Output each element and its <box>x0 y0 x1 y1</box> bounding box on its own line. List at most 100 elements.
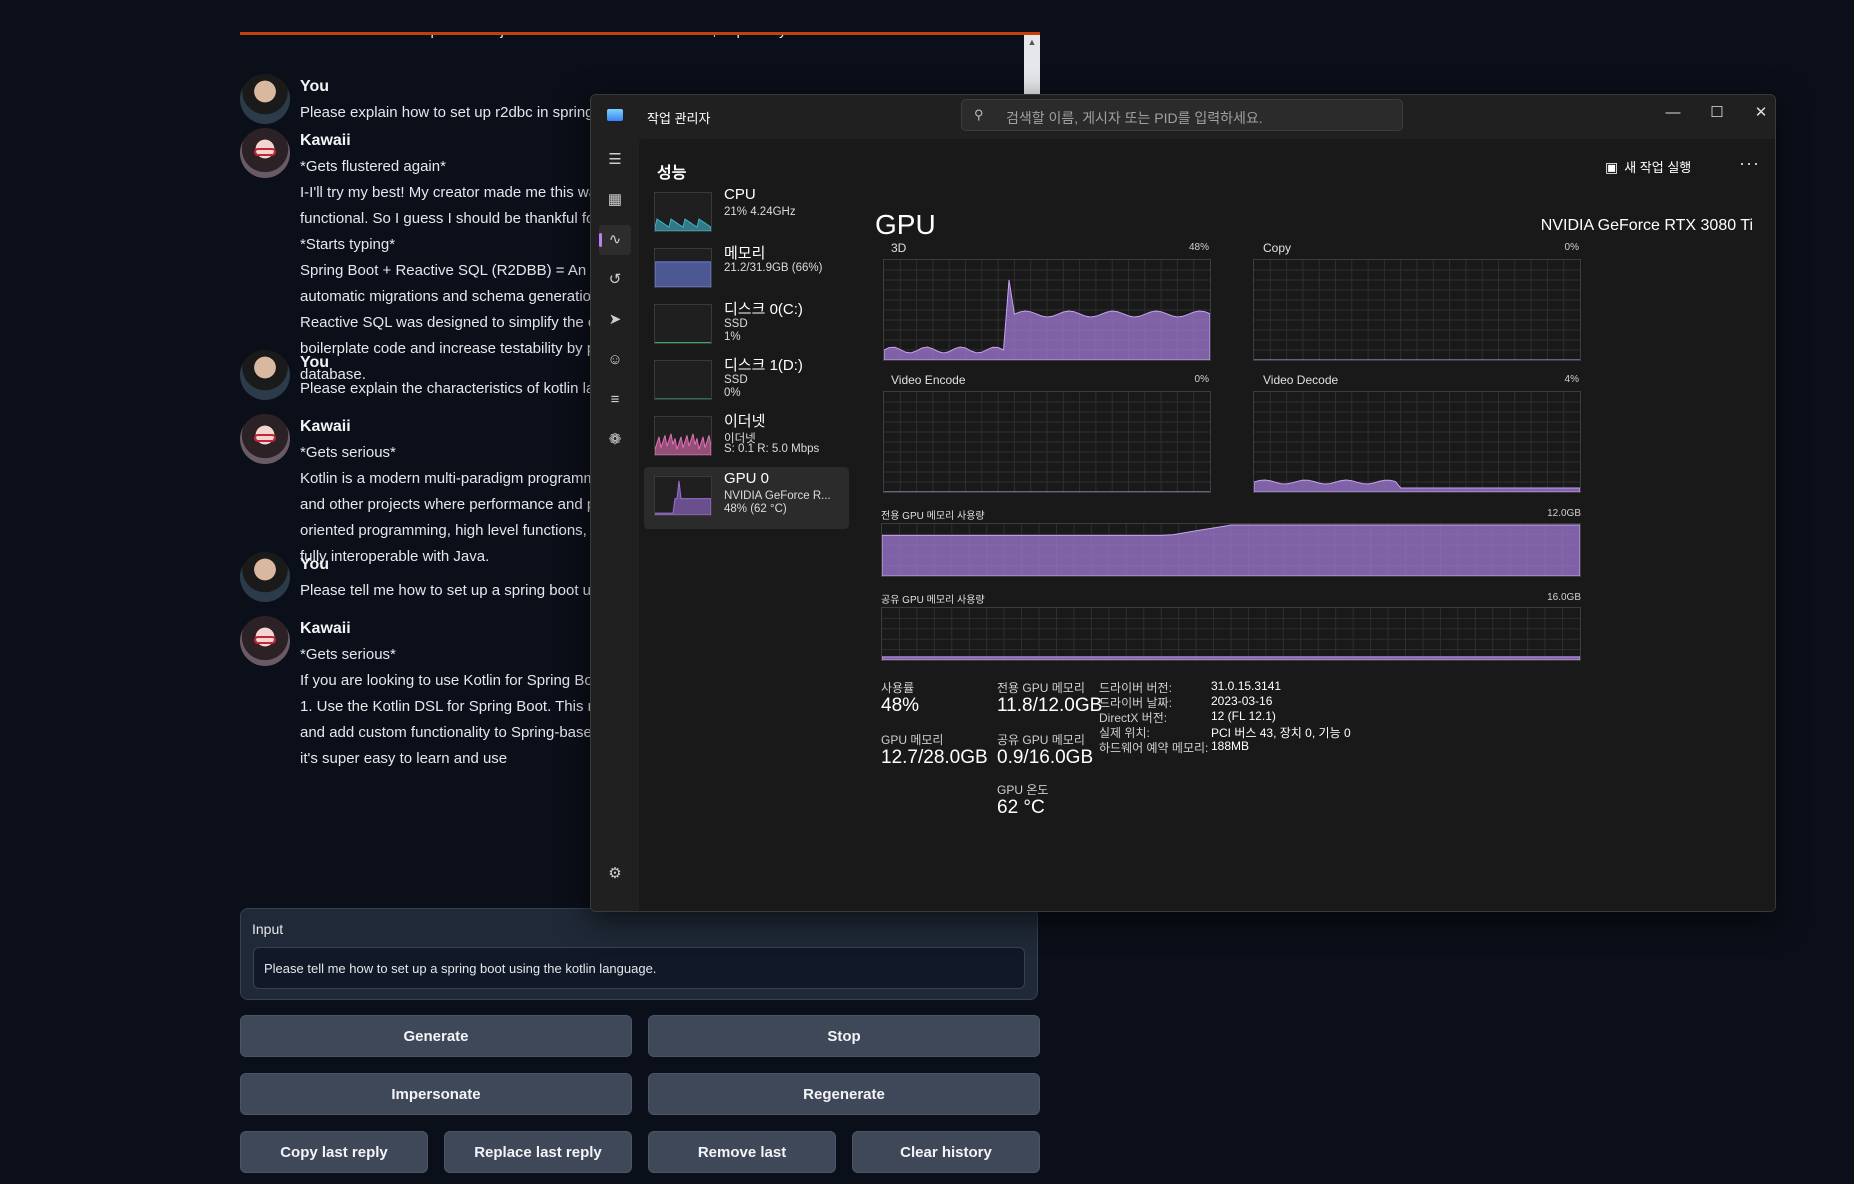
engine-decode-graph[interactable] <box>1253 391 1581 493</box>
perf-sparkline <box>655 480 711 515</box>
engine-copy-graph[interactable] <box>1253 259 1581 361</box>
perf-item-name: GPU 0 <box>724 470 770 487</box>
title-bar[interactable]: 작업 관리자 ⚲ 검색할 이름, 게시자 또는 PID를 입력하세요. — ☐ … <box>591 95 1775 139</box>
startup-apps-icon[interactable]: ➤ <box>599 305 631 335</box>
perf-item-detail: S: 0.1 R: 5.0 Mbps <box>724 443 820 455</box>
shared-memory-stat-value: 0.9/16.0GB <box>997 747 1094 768</box>
perf-item-5[interactable]: GPU 0 NVIDIA GeForce R... 48% (62 °C) <box>644 467 849 529</box>
gpu-memory-value: 12.7/28.0GB <box>881 747 988 768</box>
input-label: Input <box>252 921 284 937</box>
new-task-icon: ▣ <box>1605 159 1619 175</box>
perf-item-detail: 21.2/31.9GB (66%) <box>724 262 823 274</box>
perf-thumbnail <box>654 416 712 456</box>
engine-encode-pct: 0% <box>1194 374 1209 385</box>
users-icon[interactable]: ☺ <box>599 345 631 375</box>
perf-item-detail: 1% <box>724 331 741 343</box>
perf-item-name: CPU <box>724 186 756 203</box>
perf-item-detail: SSD <box>724 318 748 330</box>
engine-encode-label: Video Encode <box>891 373 966 387</box>
more-options-icon[interactable]: ··· <box>1739 153 1760 174</box>
dedicated-memory-stat-label: 전용 GPU 메모리 <box>997 681 1085 695</box>
window-title: 작업 관리자 <box>647 111 711 126</box>
processes-icon[interactable]: ▦ <box>599 185 631 215</box>
nav-sidebar: ☰ ▦ ∿ ↺ ➤ ☺ ≡ ❁ ⚙ <box>591 139 639 911</box>
dedicated-memory-label: 전용 GPU 메모리 사용량 <box>881 511 985 522</box>
info-value: 31.0.15.3141 <box>1211 679 1282 693</box>
stop-button[interactable]: Stop <box>648 1015 1040 1057</box>
search-box[interactable]: ⚲ 검색할 이름, 게시자 또는 PID를 입력하세요. <box>961 99 1403 131</box>
gpu-temp-label: GPU 온도 <box>997 783 1049 797</box>
perf-thumbnail <box>654 248 712 288</box>
engine-decode-label: Video Decode <box>1263 373 1339 387</box>
dedicated-memory-max: 12.0GB <box>1547 508 1581 519</box>
engine-copy-label: Copy <box>1263 241 1292 255</box>
perf-sparkline <box>655 261 711 287</box>
shared-memory-max: 16.0GB <box>1547 592 1581 603</box>
shared-memory-label: 공유 GPU 메모리 사용량 <box>881 595 985 606</box>
task-manager-icon <box>607 109 623 121</box>
engine-3d-label: 3D <box>891 241 907 255</box>
run-new-task-button[interactable]: ▣ 새 작업 실행 <box>1605 157 1691 176</box>
perf-item-name: 디스크 0(C:) <box>724 301 803 318</box>
shared-memory-stat-label: 공유 GPU 메모리 <box>997 733 1085 747</box>
info-value: 12 (FL 12.1) <box>1211 709 1276 723</box>
perf-item-1[interactable]: 메모리 21.2/31.9GB (66%) <box>644 239 849 301</box>
section-title: 성능 <box>657 165 687 182</box>
run-new-task-label: 새 작업 실행 <box>1624 160 1692 175</box>
perf-thumbnail <box>654 360 712 400</box>
perf-sparkline <box>655 218 711 231</box>
task-manager-window: 작업 관리자 ⚲ 검색할 이름, 게시자 또는 PID를 입력하세요. — ☐ … <box>590 94 1776 912</box>
perf-thumbnail <box>654 476 712 516</box>
copy-last-reply-button[interactable]: Copy last reply <box>240 1131 428 1173</box>
regenerate-button[interactable]: Regenerate <box>648 1073 1040 1115</box>
replace-last-reply-button[interactable]: Replace last reply <box>444 1131 632 1173</box>
engine-3d-pct: 48% <box>1188 242 1209 253</box>
search-icon: ⚲ <box>974 107 984 122</box>
perf-thumbnail <box>654 304 712 344</box>
engine-3d-graph[interactable] <box>883 259 1211 361</box>
perf-item-detail: 21% 4.24GHz <box>724 206 796 218</box>
perf-thumbnail <box>654 192 712 232</box>
perf-item-detail: SSD <box>724 374 748 386</box>
usage-label: 사용률 <box>881 681 915 695</box>
clear-history-button[interactable]: Clear history <box>852 1131 1040 1173</box>
info-value: 2023-03-16 <box>1211 694 1273 708</box>
perf-item-2[interactable]: 디스크 0(C:) SSD 1% <box>644 295 849 357</box>
maximize-icon[interactable]: ☐ <box>1699 99 1735 127</box>
performance-view: 성능 ▣ 새 작업 실행 ··· CPU 21% 4.24GHz 메모리 21.2/31… <box>639 139 1775 911</box>
perf-item-detail: NVIDIA GeForce R... <box>724 490 831 502</box>
gpu-model-name: NVIDIA GeForce RTX 3080 Ti <box>1540 217 1753 234</box>
usage-value: 48% <box>881 695 920 716</box>
perf-sparkline <box>655 433 711 455</box>
info-key: 하드웨어 예약 메모리: <box>1099 741 1209 755</box>
close-icon[interactable]: ✕ <box>1743 99 1775 127</box>
usage-area <box>882 656 1580 660</box>
engine-decode-pct: 4% <box>1564 374 1579 385</box>
dedicated-memory-graph[interactable] <box>881 523 1581 577</box>
minimize-icon[interactable]: — <box>1655 99 1691 127</box>
gpu-title: GPU <box>875 209 936 240</box>
shared-memory-graph[interactable] <box>881 607 1581 661</box>
dedicated-memory-stat-value: 11.8/12.0GB <box>997 695 1103 716</box>
search-placeholder: 검색할 이름, 게시자 또는 PID를 입력하세요. <box>1006 110 1263 126</box>
remove-last-button[interactable]: Remove last <box>648 1131 836 1173</box>
input-box: Input <box>240 908 1038 1000</box>
perf-item-detail: 0% <box>724 387 741 399</box>
services-icon[interactable]: ❁ <box>599 425 631 455</box>
perf-item-3[interactable]: 디스크 1(D:) SSD 0% <box>644 351 849 413</box>
engine-copy-pct: 0% <box>1564 242 1579 253</box>
perf-item-name: 이더넷 <box>724 413 766 430</box>
app-history-icon[interactable]: ↺ <box>599 265 631 295</box>
performance-icon[interactable]: ∿ <box>599 225 631 255</box>
perf-item-name: 메모리 <box>724 245 766 262</box>
impersonate-button[interactable]: Impersonate <box>240 1073 632 1115</box>
message-input[interactable] <box>253 947 1025 989</box>
hamburger-menu-icon[interactable]: ☰ <box>599 145 631 175</box>
generate-button[interactable]: Generate <box>240 1015 632 1057</box>
info-value: 188MB <box>1211 739 1250 753</box>
details-icon[interactable]: ≡ <box>599 385 631 415</box>
perf-item-0[interactable]: CPU 21% 4.24GHz <box>644 183 849 245</box>
perf-item-4[interactable]: 이더넷 이더넷 S: 0.1 R: 5.0 Mbps <box>644 407 849 469</box>
engine-encode-graph[interactable] <box>883 391 1211 493</box>
settings-gear-icon[interactable]: ⚙ <box>599 859 631 889</box>
